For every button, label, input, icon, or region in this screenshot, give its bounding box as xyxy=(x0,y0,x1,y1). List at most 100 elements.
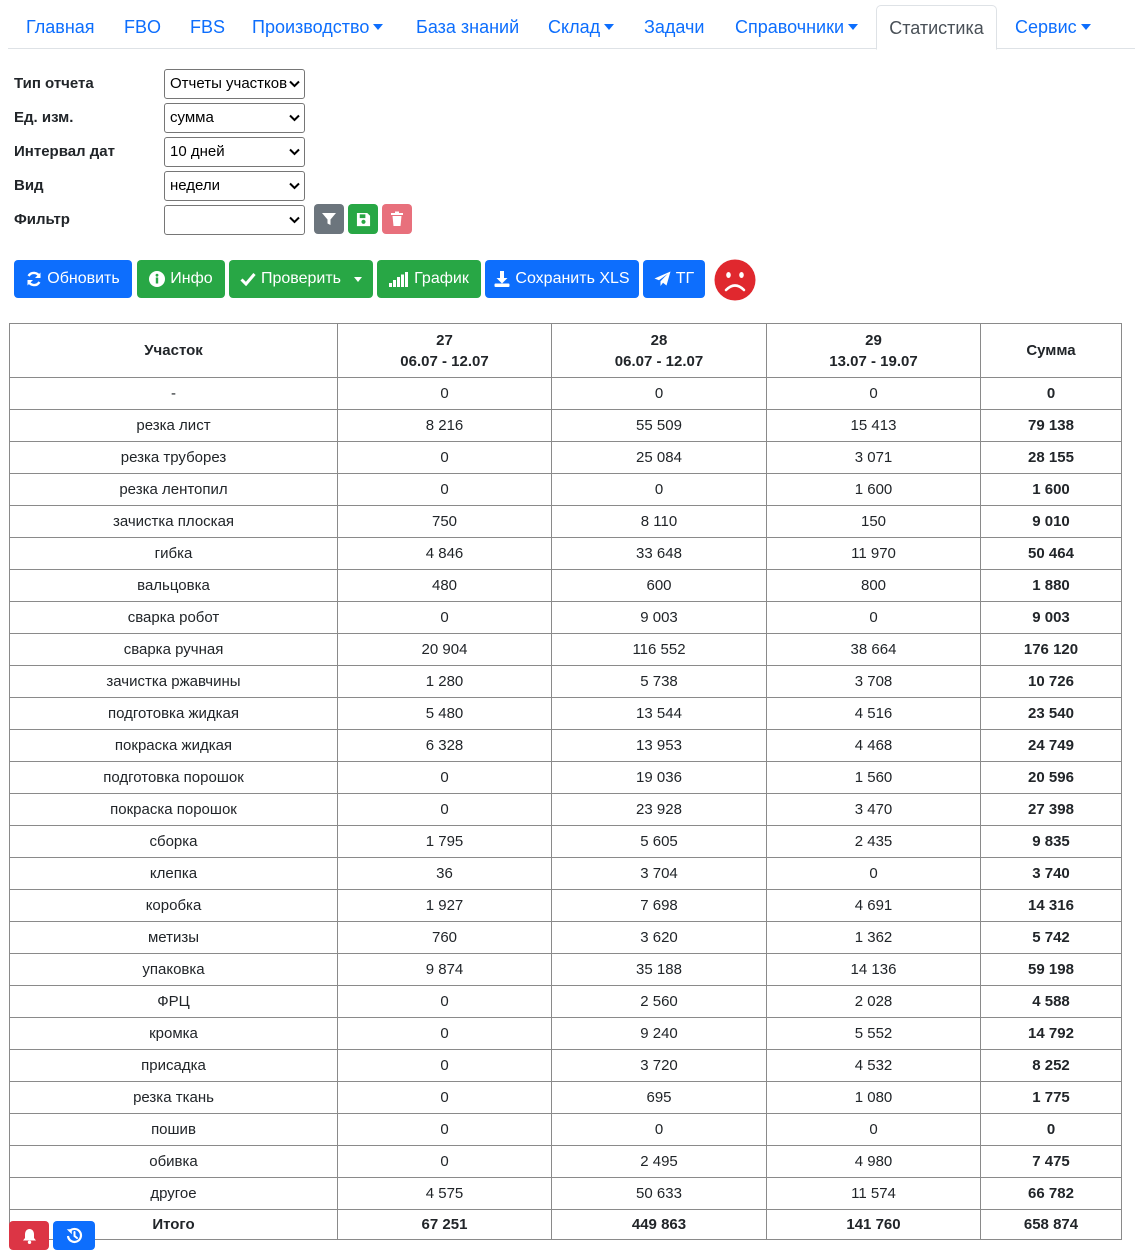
table-row: кромка 0 9 240 5 552 14 792 xyxy=(9,1017,1122,1050)
row-sum-cell: 7 475 xyxy=(980,1145,1122,1178)
caret-down-icon xyxy=(604,24,615,30)
table-row: покраска жидкая 6 328 13 953 4 468 24 749 xyxy=(9,729,1122,762)
section-name-cell: покраска жидкая xyxy=(9,729,338,762)
nav-item-main[interactable]: Главная xyxy=(26,5,95,49)
report-type-select[interactable]: Отчеты участков xyxy=(164,69,305,99)
section-name-cell: клепка xyxy=(9,857,338,890)
save-filter-button[interactable] xyxy=(348,204,378,234)
table-row: пошив 0 0 0 0 xyxy=(9,1113,1122,1146)
row-sum-cell: 20 596 xyxy=(980,761,1122,794)
apply-filter-button[interactable] xyxy=(314,204,344,234)
save-xls-button[interactable]: Сохранить XLS xyxy=(485,260,639,298)
date-interval-label: Интервал дат xyxy=(14,143,115,160)
nav-item-service[interactable]: Сервис xyxy=(1015,5,1091,49)
week-number: 29 xyxy=(865,331,882,349)
row-sum-cell: 1 880 xyxy=(980,569,1122,602)
section-name-cell: подготовка жидкая xyxy=(9,697,338,730)
week-value-cell: 0 xyxy=(337,1081,552,1114)
week-value-cell: 116 552 xyxy=(551,633,767,666)
view-label: Вид xyxy=(14,177,44,194)
nav-item-label: Склад xyxy=(548,17,601,37)
info-circle-icon xyxy=(149,271,166,287)
week-range: 06.07 - 12.07 xyxy=(400,352,489,370)
table-row: другое 4 575 50 633 11 574 66 782 xyxy=(9,1177,1122,1210)
week-value-cell: 0 xyxy=(337,1145,552,1178)
week-value-cell: 0 xyxy=(337,1049,552,1082)
telegram-button[interactable]: ТГ xyxy=(643,260,705,298)
nav-item-references[interactable]: Справочники xyxy=(735,5,859,49)
nav-item-fbo[interactable]: FBO xyxy=(124,5,161,49)
chart-button[interactable]: График xyxy=(377,260,481,298)
week-value-cell: 4 516 xyxy=(766,697,981,730)
row-sum-cell: 8 252 xyxy=(980,1049,1122,1082)
nav-item-tasks[interactable]: Задачи xyxy=(644,5,704,49)
row-sum-cell: 28 155 xyxy=(980,441,1122,474)
section-name-cell: резка труборез xyxy=(9,441,338,474)
nav-item-fbs[interactable]: FBS xyxy=(190,5,225,49)
column-header-week[interactable]: 29 13.07 - 19.07 xyxy=(766,323,981,378)
notifications-button[interactable] xyxy=(9,1221,49,1250)
check-dropdown-button[interactable]: Проверить xyxy=(229,260,373,298)
nav-item-label: Справочники xyxy=(735,17,845,37)
unit-select[interactable]: сумма xyxy=(164,103,305,133)
nav-item-warehouse[interactable]: Склад xyxy=(548,5,615,49)
column-header-week[interactable]: 28 06.07 - 12.07 xyxy=(551,323,767,378)
view-select[interactable]: недели xyxy=(164,171,305,201)
column-header-sum[interactable]: Сумма xyxy=(980,323,1122,378)
date-interval-select[interactable]: 10 дней xyxy=(164,137,305,167)
table-header-row: Участок 27 06.07 - 12.07 28 06.07 - 12.0… xyxy=(9,323,1122,378)
section-name-cell: гибка xyxy=(9,537,338,570)
section-name-cell: - xyxy=(9,377,338,410)
week-value-cell: 0 xyxy=(337,793,552,826)
week-value-cell: 33 648 xyxy=(551,537,767,570)
week-value-cell: 0 xyxy=(766,601,981,634)
section-name-cell: зачистка плоская xyxy=(9,505,338,538)
total-value-cell: 141 760 xyxy=(766,1209,981,1240)
week-value-cell: 5 480 xyxy=(337,697,552,730)
check-label: Проверить xyxy=(260,270,341,287)
table-row: резка ткань 0 695 1 080 1 775 xyxy=(9,1081,1122,1114)
week-value-cell: 4 575 xyxy=(337,1177,552,1210)
week-value-cell: 38 664 xyxy=(766,633,981,666)
filter-select[interactable] xyxy=(164,205,305,235)
row-sum-cell: 9 003 xyxy=(980,601,1122,634)
info-button[interactable]: Инфо xyxy=(137,260,225,298)
week-value-cell: 2 495 xyxy=(551,1145,767,1178)
week-value-cell: 19 036 xyxy=(551,761,767,794)
section-name-cell: кромка xyxy=(9,1017,338,1050)
week-value-cell: 3 620 xyxy=(551,921,767,954)
week-value-cell: 6 328 xyxy=(337,729,552,762)
week-value-cell: 4 691 xyxy=(766,889,981,922)
nav-item-statistics[interactable]: Статистика xyxy=(876,5,997,50)
week-value-cell: 2 435 xyxy=(766,825,981,858)
nav-item-production[interactable]: Производство xyxy=(252,5,384,49)
column-header-week[interactable]: 27 06.07 - 12.07 xyxy=(337,323,552,378)
week-value-cell: 3 704 xyxy=(551,857,767,890)
delete-filter-button[interactable] xyxy=(382,204,412,234)
week-value-cell: 9 003 xyxy=(551,601,767,634)
week-value-cell: 1 560 xyxy=(766,761,981,794)
caret-down-icon xyxy=(848,24,859,30)
refresh-button[interactable]: Обновить xyxy=(14,260,132,298)
week-value-cell: 3 720 xyxy=(551,1049,767,1082)
section-name-cell: покраска порошок xyxy=(9,793,338,826)
nav-item-label: Задачи xyxy=(644,17,705,37)
floppy-disk-icon xyxy=(356,212,370,226)
report-type-label: Тип отчета xyxy=(14,75,94,92)
refresh-label: Обновить xyxy=(47,270,120,287)
week-value-cell: 1 927 xyxy=(337,889,552,922)
table-row: подготовка порошок 0 19 036 1 560 20 596 xyxy=(9,761,1122,794)
nav-item-knowledge-base[interactable]: База знаний xyxy=(416,5,519,49)
history-button[interactable] xyxy=(53,1221,95,1250)
section-name-cell: сварка робот xyxy=(9,601,338,634)
week-range: 06.07 - 12.07 xyxy=(614,352,704,370)
week-value-cell: 9 240 xyxy=(551,1017,767,1050)
total-value-cell: 449 863 xyxy=(551,1209,767,1240)
chart-label: График xyxy=(414,270,469,287)
week-value-cell: 13 544 xyxy=(551,697,767,730)
week-value-cell: 15 413 xyxy=(766,409,981,442)
week-value-cell: 0 xyxy=(337,441,552,474)
section-name-cell: ФРЦ xyxy=(9,985,338,1018)
week-value-cell: 8 216 xyxy=(337,409,552,442)
column-header-section[interactable]: Участок xyxy=(9,323,338,378)
